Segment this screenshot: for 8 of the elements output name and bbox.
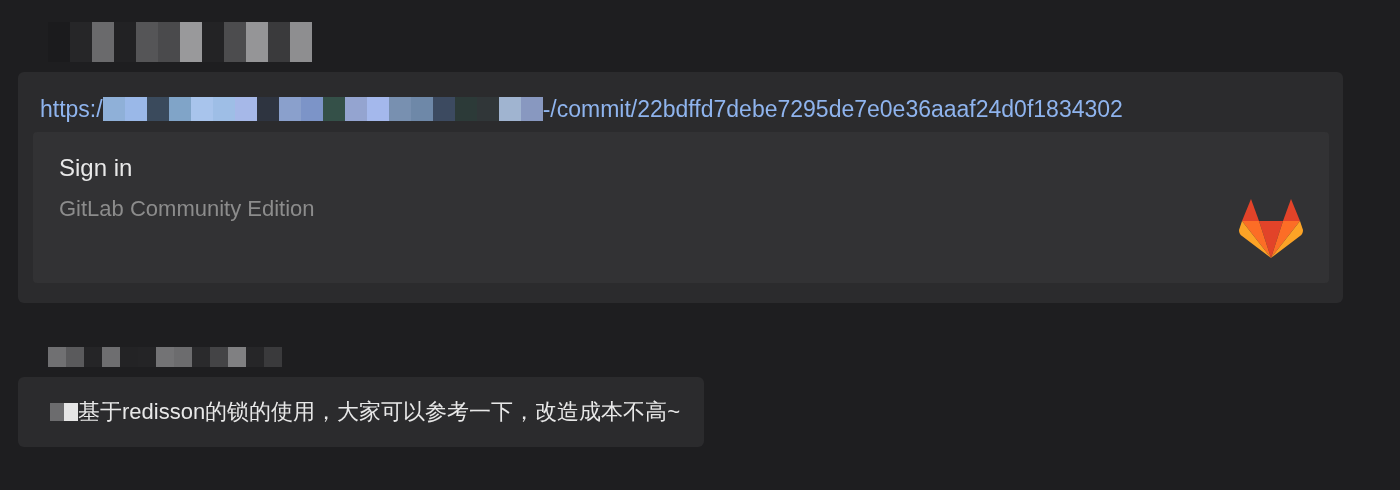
preview-title: Sign in [59,154,134,182]
message-text: 基于redisson的锁的使用，大家可以参考一下，改造成本不高~ [78,398,680,426]
preview-site-name: GitLab Community Edition [59,196,315,222]
link-card[interactable]: https:/ -/commit/22bdffd7debe7295de7e0e36aaaf24d0f1834302 Sign in GitLab Community Edition [18,72,1343,303]
url-link[interactable]: https:/ [40,95,103,123]
url-link[interactable]: -/commit/22bdffd7debe7295de7e0e36aaaf24d0f1834302 [542,95,1123,123]
fox-logo-icon [1239,199,1303,259]
redacted-text-drawing [50,403,78,421]
